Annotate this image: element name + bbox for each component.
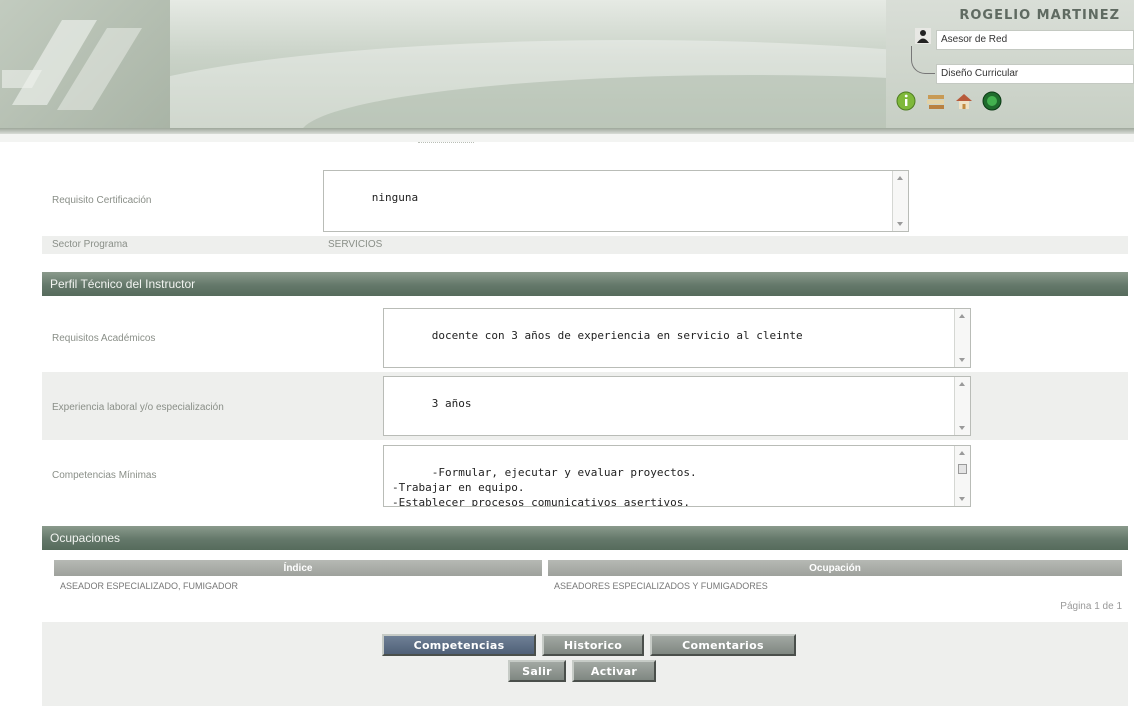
table-cell-ocupacion: ASEADORES ESPECIALIZADOS Y FUMIGADORES bbox=[554, 581, 768, 591]
power-icon[interactable] bbox=[981, 90, 1003, 112]
row-requisitos-academicos: Requisitos Académicos docente con 3 años… bbox=[42, 304, 1128, 370]
resize-grip[interactable] bbox=[418, 142, 474, 146]
button-bar: Competencias Historico Comentarios Salir… bbox=[42, 622, 1128, 706]
column-header-ocupacion[interactable]: Ocupación bbox=[548, 560, 1122, 576]
scroll-down-icon[interactable] bbox=[959, 497, 965, 501]
section-perfil-tecnico: Perfil Técnico del Instructor bbox=[42, 272, 1128, 296]
help-icon[interactable] bbox=[895, 90, 917, 112]
row-requisito-certificacion: Requisito Certificación ninguna bbox=[42, 164, 1128, 236]
experiencia-label: Experiencia laboral y/o especialización bbox=[52, 402, 224, 413]
user-name: ROGELIO MARTINEZ bbox=[959, 8, 1120, 23]
scroll-down-icon[interactable] bbox=[959, 358, 965, 362]
scrollbar[interactable] bbox=[954, 377, 970, 435]
scroll-thumb[interactable] bbox=[958, 464, 967, 474]
app-header: ROGELIO MARTINEZ Asesor de Red Diseño Cu… bbox=[0, 0, 1134, 128]
section-ocupaciones: Ocupaciones bbox=[42, 526, 1128, 550]
table-cell-indice: ASEADOR ESPECIALIZADO, FUMIGADOR bbox=[60, 581, 239, 591]
requisito-certificacion-label: Requisito Certificación bbox=[52, 195, 152, 206]
scrollbar[interactable] bbox=[954, 309, 970, 367]
scrollbar[interactable] bbox=[892, 171, 908, 231]
table-row[interactable]: ASEADOR ESPECIALIZADO, FUMIGADOR ASEADOR… bbox=[54, 576, 1122, 596]
requisitos-academicos-label: Requisitos Académicos bbox=[52, 333, 156, 344]
requisitos-academicos-textarea[interactable]: docente con 3 años de experiencia en ser… bbox=[383, 308, 971, 368]
row-competencias-minimas: Competencias Mínimas -Formular, ejecutar… bbox=[42, 442, 1128, 508]
home-icon[interactable] bbox=[953, 90, 975, 112]
header-divider bbox=[0, 134, 1134, 142]
comentarios-button[interactable]: Comentarios bbox=[650, 634, 796, 656]
requisito-certificacion-value: ninguna bbox=[371, 191, 419, 204]
sector-programa-value: SERVICIOS bbox=[328, 239, 383, 250]
role-connector bbox=[911, 46, 935, 74]
activar-button[interactable]: Activar bbox=[572, 660, 656, 682]
scroll-down-icon[interactable] bbox=[897, 222, 903, 226]
competencias-minimas-value: -Formular, ejecutar y evaluar proyectos.… bbox=[392, 466, 697, 507]
sector-programa-label: Sector Programa bbox=[52, 239, 128, 250]
logo-area bbox=[0, 0, 170, 128]
scroll-up-icon[interactable] bbox=[897, 176, 903, 180]
competencias-button[interactable]: Competencias bbox=[382, 634, 536, 656]
scroll-up-icon[interactable] bbox=[959, 451, 965, 455]
requisitos-academicos-value: docente con 3 años de experiencia en ser… bbox=[431, 329, 803, 342]
scrollbar[interactable] bbox=[954, 446, 970, 506]
logo-icon bbox=[2, 20, 142, 110]
requisito-certificacion-textarea[interactable]: ninguna bbox=[323, 170, 909, 232]
pagination-info: Página 1 de 1 bbox=[1060, 601, 1122, 612]
experiencia-textarea[interactable]: 3 años bbox=[383, 376, 971, 436]
scroll-down-icon[interactable] bbox=[959, 426, 965, 430]
user-icon bbox=[915, 28, 931, 44]
ocupaciones-table: Índice Ocupación ASEADOR ESPECIALIZADO, … bbox=[54, 560, 1122, 596]
role-secondary-field[interactable]: Diseño Curricular bbox=[936, 64, 1134, 84]
row-experiencia: Experiencia laboral y/o especialización … bbox=[42, 372, 1128, 440]
row-sector-programa: Sector Programa SERVICIOS bbox=[42, 236, 1128, 254]
competencias-minimas-label: Competencias Mínimas bbox=[52, 470, 157, 481]
scroll-up-icon[interactable] bbox=[959, 382, 965, 386]
competencias-minimas-textarea[interactable]: -Formular, ejecutar y evaluar proyectos.… bbox=[383, 445, 971, 507]
column-header-indice[interactable]: Índice bbox=[54, 560, 542, 576]
experiencia-value: 3 años bbox=[431, 397, 472, 410]
scroll-up-icon[interactable] bbox=[959, 314, 965, 318]
historico-button[interactable]: Historico bbox=[542, 634, 644, 656]
salir-button[interactable]: Salir bbox=[508, 660, 566, 682]
books-icon[interactable] bbox=[925, 90, 947, 112]
role-primary-field[interactable]: Asesor de Red bbox=[936, 30, 1134, 50]
